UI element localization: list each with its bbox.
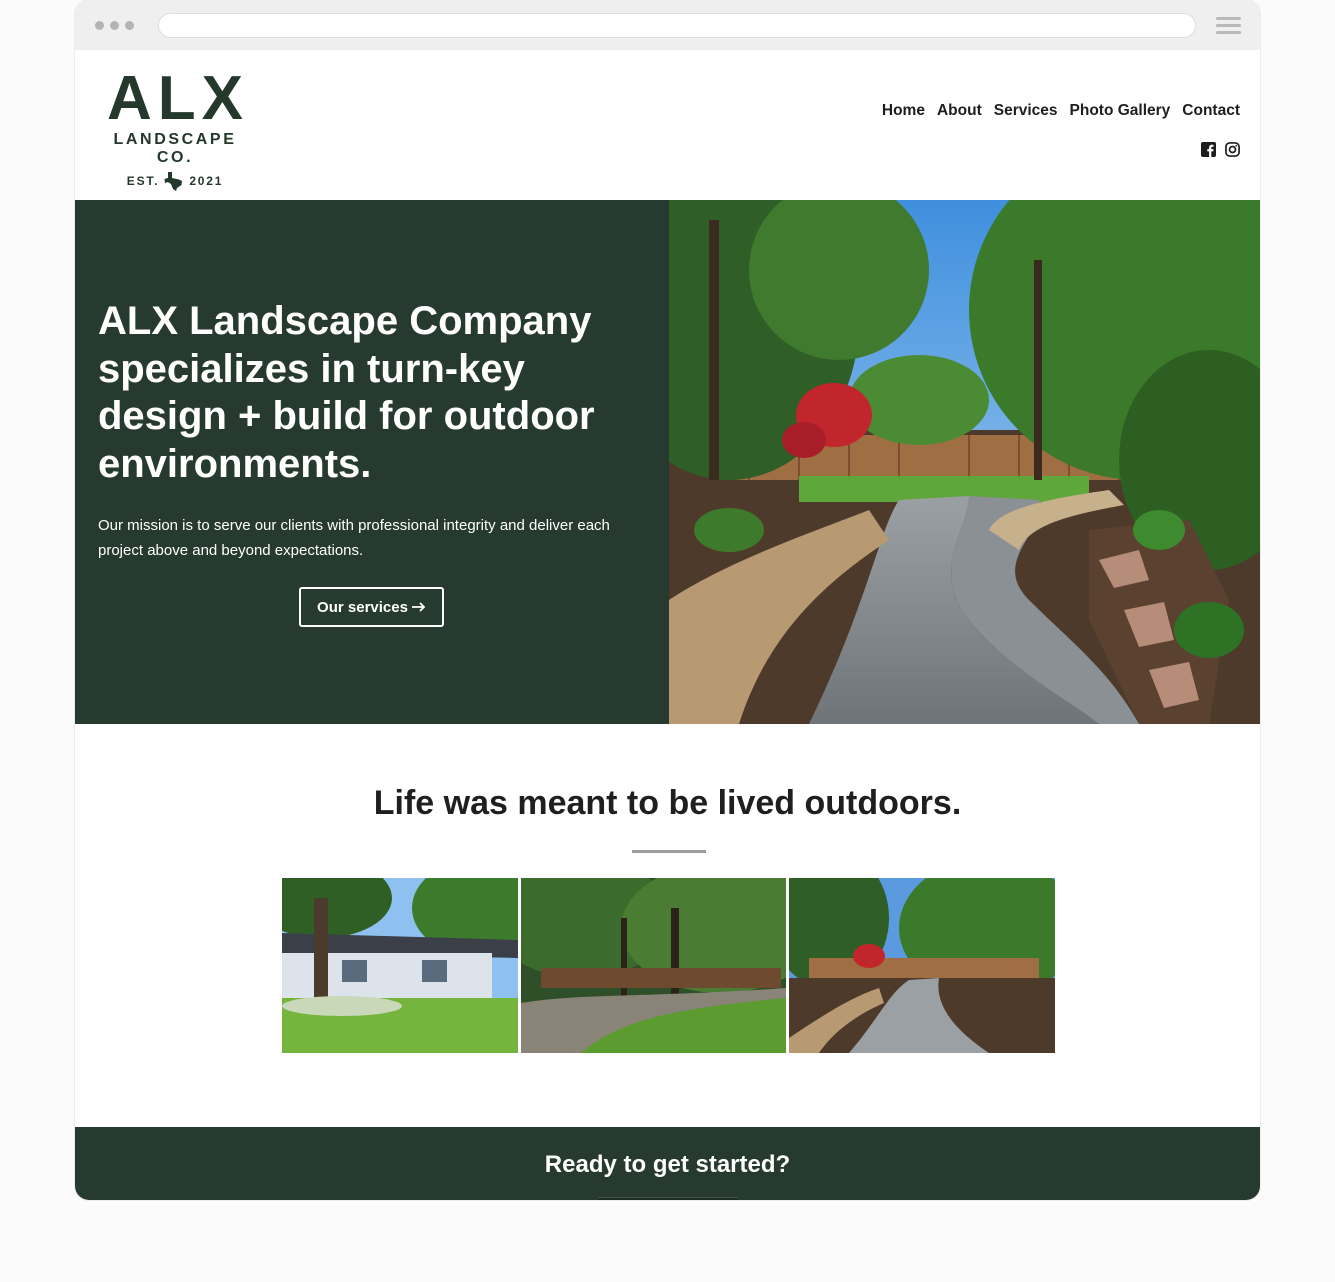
company-logo[interactable]: ALX LANDSCAPE CO. EST. 2021: [95, 64, 255, 191]
cta-title: Ready to get started?: [544, 1151, 791, 1178]
instagram-icon[interactable]: [1225, 142, 1240, 157]
hamburger-menu-icon[interactable]: [1216, 17, 1241, 34]
browser-chrome: [75, 0, 1260, 50]
arrow-right-icon: [411, 602, 426, 612]
our-services-label: Our services: [317, 598, 408, 616]
window-dot[interactable]: [95, 21, 104, 30]
window-dot[interactable]: [125, 21, 134, 30]
cta-button[interactable]: [598, 1197, 738, 1200]
nav-photo-gallery[interactable]: Photo Gallery: [1070, 102, 1171, 120]
logo-wordmark: ALX: [107, 64, 249, 133]
cta-banner: Ready to get started?: [75, 1127, 1260, 1200]
nav-about[interactable]: About: [937, 102, 982, 120]
gallery-photo-path[interactable]: [789, 878, 1055, 1053]
texas-state-icon: [164, 172, 183, 191]
section-tagline: Life was meant to be lived outdoors.: [373, 784, 962, 822]
window-dot[interactable]: [110, 21, 119, 30]
nav-contact[interactable]: Contact: [1182, 102, 1240, 120]
browser-window: ALX LANDSCAPE CO. EST. 2021 Home About S…: [75, 0, 1260, 1200]
social-links: [1201, 142, 1240, 157]
facebook-icon[interactable]: [1201, 142, 1216, 157]
logo-est-year: 2021: [189, 174, 224, 188]
logo-subtitle: LANDSCAPE CO.: [113, 131, 237, 166]
logo-est-prefix: EST.: [126, 174, 160, 188]
main-nav: Home About Services Photo Gallery Contac…: [882, 102, 1240, 120]
window-controls: [95, 21, 134, 30]
site-header: ALX LANDSCAPE CO. EST. 2021 Home About S…: [75, 50, 1260, 200]
gallery-photo-house[interactable]: [282, 878, 518, 1053]
hero-mission: Our mission is to serve our clients with…: [98, 517, 610, 559]
hero-garden-photo: [669, 200, 1260, 724]
our-services-button[interactable]: Our services: [299, 587, 444, 627]
hero-text-panel: ALX Landscape Company specializes in tur…: [75, 200, 669, 724]
address-bar[interactable]: [158, 13, 1196, 38]
logo-established: EST. 2021: [95, 171, 255, 191]
gallery-photo-backyard[interactable]: [521, 878, 786, 1053]
nav-services[interactable]: Services: [994, 102, 1058, 120]
hero-title: ALX Landscape Company specializes in tur…: [98, 299, 595, 486]
nav-home[interactable]: Home: [882, 102, 925, 120]
section-divider: [632, 850, 706, 853]
hero-section: ALX Landscape Company specializes in tur…: [75, 200, 1260, 724]
